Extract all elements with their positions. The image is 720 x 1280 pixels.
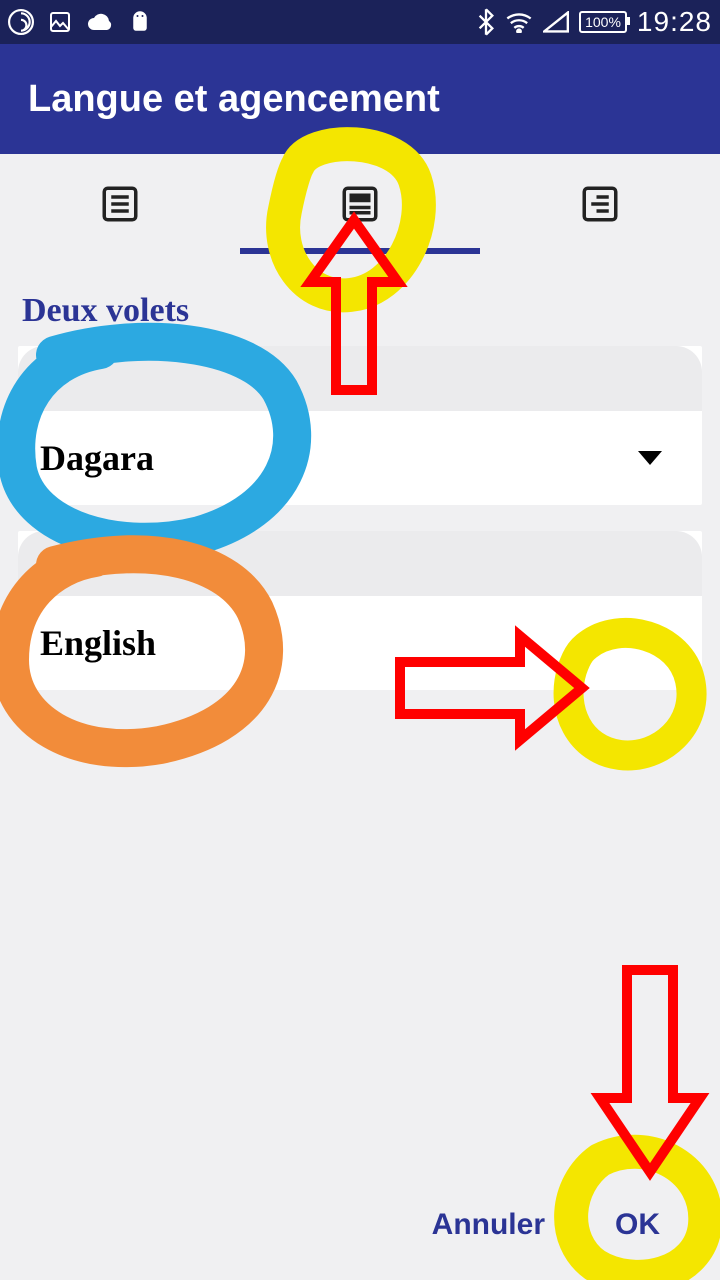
single-pane-icon [99,183,141,225]
pane-1-language-label: Dagara [40,437,154,479]
pane-1-language-select[interactable]: Dagara [18,411,702,505]
app-bar: Langue et agencement [0,44,720,154]
pane-1-number: 1 [18,346,702,411]
pane-2-block: 2 English [18,531,702,690]
tab-bar [0,154,720,254]
cloud-icon [86,12,114,32]
dialog-button-bar: Annuler OK [0,1170,720,1280]
chevron-down-icon [638,636,662,650]
battery-icon: 100% [579,11,627,33]
two-panes-icon [339,183,381,225]
bluetooth-icon [477,8,495,36]
ok-button[interactable]: OK [615,1208,660,1242]
tab-verse-by-verse[interactable] [480,154,720,254]
verse-icon [579,183,621,225]
pane-2-number: 2 [18,531,702,596]
clock: 19:28 [637,6,712,38]
chevron-down-icon [638,451,662,465]
page-title: Langue et agencement [28,78,440,121]
swirl-icon [8,9,34,35]
image-icon [48,10,72,34]
tab-indicator [240,248,480,254]
pane-2-language-select[interactable]: English [18,596,702,690]
cancel-button[interactable]: Annuler [432,1208,545,1242]
pane-2-language-label: English [40,622,156,664]
signal-icon [543,11,569,33]
tab-two-panes[interactable] [240,154,480,254]
content-area: Deux volets 1 Dagara 2 English [0,254,720,736]
status-bar: 100% 19:28 [0,0,720,44]
section-title: Deux volets [18,274,702,346]
android-icon [128,10,152,34]
wifi-icon [505,11,533,33]
pane-1-block: 1 Dagara [18,346,702,505]
tab-single-pane[interactable] [0,154,240,254]
